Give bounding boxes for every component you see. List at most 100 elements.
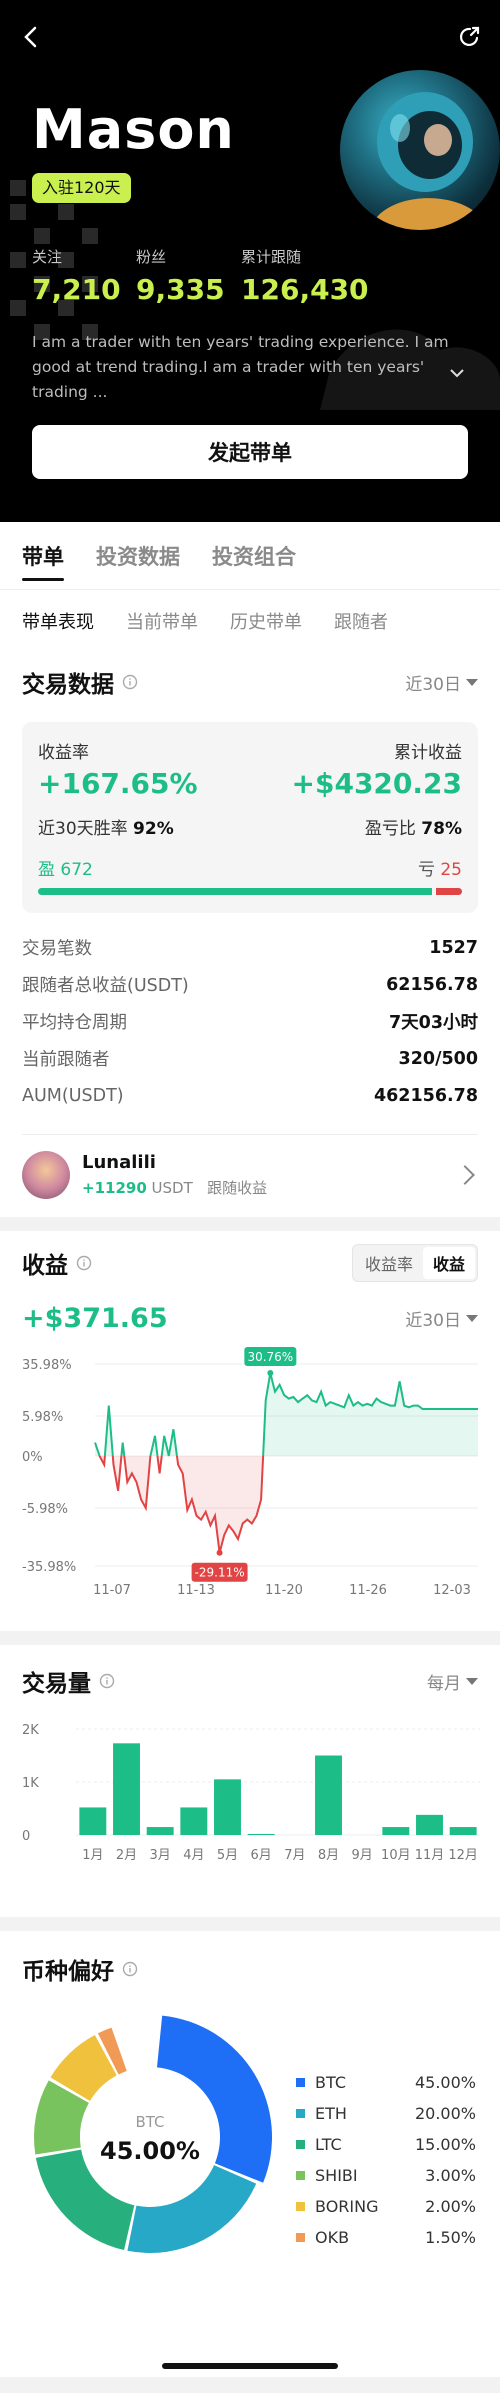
- toggle-profit[interactable]: 收益: [422, 1247, 475, 1279]
- period-selector[interactable]: 每月: [427, 1669, 478, 1694]
- section-title: 交易数据: [22, 665, 138, 699]
- period-label: 近30日: [405, 674, 461, 695]
- volume-bar: [79, 1807, 107, 1835]
- trader-bio: I am a trader with ten years' trading ex…: [32, 333, 449, 401]
- legend-name: BORING: [315, 2197, 379, 2216]
- section-title: 收益: [22, 1246, 92, 1280]
- back-button[interactable]: [14, 20, 48, 54]
- donut-legend: BTC 45.00% ETH 20.00% LTC 15.00% SHIBI 3.00% BOR…: [296, 2067, 476, 2253]
- subtab-followers[interactable]: 跟随者: [334, 608, 388, 634]
- volume-bar: [382, 1827, 410, 1835]
- trader-avatar[interactable]: [340, 70, 500, 230]
- info-icon[interactable]: [76, 1255, 92, 1271]
- profit-line-chart: 35.98% 5.98% 0% -5.98% -35.98% 11-07 11-13 11-2…: [0, 1346, 500, 1631]
- toggle-yield-rate[interactable]: 收益率: [355, 1247, 423, 1279]
- donut-slice: [127, 2165, 257, 2253]
- y-tick-label: 0%: [22, 1450, 43, 1465]
- donut-center-label: BTC: [135, 2113, 164, 2131]
- volume-section: 交易量 每月 2K 1K 0 1月 2月 3月 4月 5月 6月 7月 8月 9月 10月 11月 12月: [0, 1645, 500, 1917]
- caret-down-icon: [466, 1315, 478, 1322]
- x-tick-label: 10月: [381, 1848, 411, 1863]
- legend-row: BTC 45.00%: [296, 2067, 476, 2098]
- info-icon[interactable]: [122, 674, 138, 690]
- win-loss-ratio-bar: [38, 888, 462, 895]
- expand-bio-button[interactable]: [446, 362, 468, 384]
- stat-row: 交易笔数 1527: [22, 929, 478, 966]
- legend-name: ETH: [315, 2104, 347, 2123]
- stat-total-followers[interactable]: 累计跟随 126,430: [241, 246, 369, 306]
- bar-chart-svg: 2K 1K 0 1月 2月 3月 4月 5月 6月 7月 8月 9月 10月 11月 12月: [22, 1723, 480, 1863]
- loss-segment: [436, 888, 462, 895]
- y-tick-label: 5.98%: [22, 1410, 63, 1425]
- legend-value: 20.00%: [414, 2104, 476, 2123]
- x-tick-label: 11-07: [93, 1583, 131, 1598]
- currency-title: 币种偏好: [22, 1959, 114, 1985]
- stat-fans[interactable]: 粉丝 9,335: [136, 246, 225, 306]
- stat-key: 交易笔数: [22, 939, 92, 959]
- tab-portfolio[interactable]: 投资组合: [212, 541, 296, 571]
- volume-bar: [214, 1779, 241, 1835]
- top-nav-bar: [0, 0, 500, 80]
- subtab-current-orders[interactable]: 当前带单: [126, 608, 198, 634]
- share-button[interactable]: [452, 20, 486, 54]
- chevron-right-icon: [455, 1165, 475, 1185]
- legend-value: 45.00%: [414, 2073, 476, 2092]
- donut-center-value: 45.00%: [100, 2137, 200, 2165]
- x-tick-label: 11月: [415, 1848, 445, 1863]
- back-arrow-icon: [24, 26, 37, 48]
- wins: 盈 672: [38, 855, 93, 880]
- profit-section: 收益 收益率 收益 +$371.65 近30日 35.98% 5.98% 0% -5.…: [0, 1231, 500, 1631]
- stat-key: AUM(USDT): [22, 1085, 124, 1106]
- x-tick-label: 3月: [150, 1848, 171, 1863]
- share-icon: [459, 26, 480, 47]
- profit-value: +$371.65: [22, 1303, 168, 1334]
- caret-down-icon: [466, 678, 478, 686]
- stat-value: 462156.78: [373, 1085, 478, 1106]
- cumulative-profit-value: +$4320.23: [291, 767, 462, 800]
- x-tick-label: 5月: [217, 1848, 238, 1863]
- join-days-badge: 入驻120天: [32, 173, 131, 203]
- subtab-performance[interactable]: 带单表现: [22, 608, 94, 634]
- stat-label: 粉丝: [136, 248, 167, 266]
- legend-row: LTC 15.00%: [296, 2129, 476, 2160]
- legend-swatch: [296, 2140, 305, 2149]
- section-gap: [0, 1217, 500, 1231]
- x-tick-label: 4月: [183, 1848, 204, 1863]
- main-tabs: 带单 投资数据 投资组合: [0, 522, 500, 590]
- stat-row: 跟随者总收益(USDT) 62156.78: [22, 966, 478, 1003]
- volume-header: 交易量 每月: [0, 1645, 500, 1717]
- loss-count: 25: [440, 860, 462, 880]
- stat-row: 当前跟随者 320/500: [22, 1040, 478, 1077]
- volume-title: 交易量: [22, 1671, 91, 1697]
- follower-note: 跟随收益: [207, 1179, 268, 1197]
- top-follower-row[interactable]: Lunalili +11290 USDT 跟随收益: [22, 1134, 478, 1217]
- follower-unit: USDT: [151, 1179, 193, 1197]
- info-icon[interactable]: [122, 1961, 138, 1977]
- start-copy-trading-button[interactable]: 发起带单: [32, 425, 468, 479]
- subtab-history-orders[interactable]: 历史带单: [230, 608, 302, 634]
- legend-name: OKB: [315, 2228, 350, 2247]
- sub-tabs: 带单表现 当前带单 历史带单 跟随者: [0, 590, 500, 652]
- legend-name: LTC: [315, 2135, 342, 2154]
- legend-swatch: [296, 2202, 305, 2211]
- legend-row: ETH 20.00%: [296, 2098, 476, 2129]
- info-icon[interactable]: [99, 1673, 115, 1689]
- min-label: -29.11%: [195, 1566, 245, 1580]
- profit-area: [95, 1373, 478, 1456]
- win-label: 盈: [38, 860, 55, 880]
- stat-following[interactable]: 关注 7,210: [32, 246, 121, 306]
- y-tick-label: 35.98%: [22, 1358, 72, 1373]
- trading-panel: 带单 投资数据 投资组合 带单表现 当前带单 历史带单 跟随者 交易数据 近30…: [0, 522, 500, 1217]
- section-gap: [0, 1631, 500, 1645]
- stat-row: AUM(USDT) 462156.78: [22, 1077, 478, 1114]
- period-selector[interactable]: 近30日: [405, 1306, 478, 1331]
- cumulative-profit-label: 累计收益: [394, 743, 462, 763]
- legend-swatch: [296, 2078, 305, 2087]
- tab-copy-trading[interactable]: 带单: [22, 541, 64, 581]
- yield-value: +167.65%: [38, 767, 198, 800]
- section-title: 交易量: [22, 1664, 115, 1698]
- stat-label: 累计跟随: [241, 248, 302, 266]
- caret-down-icon: [466, 1677, 478, 1685]
- period-selector[interactable]: 近30日: [405, 670, 478, 695]
- tab-investment-data[interactable]: 投资数据: [96, 541, 180, 571]
